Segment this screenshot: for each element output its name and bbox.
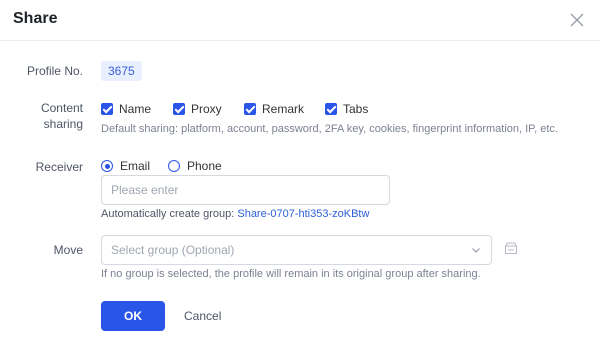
content-sharing-label-line1: Content bbox=[40, 101, 83, 115]
checkbox-remark-label: Remark bbox=[262, 102, 305, 116]
checkbox-checked-icon bbox=[173, 103, 185, 115]
share-dialog: Share Profile No. 3675 Content sharing N… bbox=[0, 0, 600, 342]
profile-label: Profile No. bbox=[26, 64, 83, 78]
radio-email-label: Email bbox=[120, 159, 151, 173]
auto-group-text: Automatically create group: Share-0707-h… bbox=[101, 208, 369, 220]
checkbox-checked-icon bbox=[244, 103, 256, 115]
checkbox-name-label: Name bbox=[119, 102, 152, 116]
folder-add-icon[interactable] bbox=[504, 241, 518, 255]
checkbox-proxy-label: Proxy bbox=[191, 102, 222, 116]
radio-phone-label: Phone bbox=[187, 159, 222, 173]
checkbox-checked-icon bbox=[101, 103, 113, 115]
receiver-label: Receiver bbox=[35, 160, 83, 174]
default-sharing-hint: Default sharing: platform, account, pass… bbox=[101, 123, 558, 135]
group-select-placeholder: Select group (Optional) bbox=[111, 243, 235, 257]
dialog-header: Share bbox=[0, 0, 600, 41]
auto-group-prefix: Automatically create group: bbox=[101, 208, 238, 220]
checkbox-proxy[interactable]: Proxy bbox=[173, 101, 222, 117]
checkbox-name[interactable]: Name bbox=[101, 101, 151, 117]
auto-group-link[interactable]: Share-0707-hti353-zoKBtw bbox=[237, 208, 369, 220]
radio-phone[interactable]: Phone bbox=[168, 158, 222, 174]
chevron-down-icon bbox=[472, 248, 480, 253]
checkbox-remark[interactable]: Remark bbox=[244, 101, 304, 117]
ok-button[interactable]: OK bbox=[101, 301, 165, 331]
cancel-button[interactable]: Cancel bbox=[184, 309, 221, 323]
receiver-email-input[interactable] bbox=[101, 175, 390, 205]
checkbox-checked-icon bbox=[325, 103, 337, 115]
move-hint: If no group is selected, the profile wil… bbox=[101, 268, 481, 280]
checkbox-tabs[interactable]: Tabs bbox=[325, 101, 368, 117]
content-sharing-label-line2: sharing bbox=[43, 117, 83, 131]
checkbox-tabs-label: Tabs bbox=[343, 102, 369, 116]
dialog-title: Share bbox=[13, 10, 58, 27]
profile-number-badge: 3675 bbox=[101, 61, 142, 81]
radio-unselected-icon bbox=[168, 160, 180, 172]
close-icon[interactable] bbox=[569, 12, 585, 28]
radio-email[interactable]: Email bbox=[101, 158, 150, 174]
group-select[interactable]: Select group (Optional) bbox=[101, 235, 492, 265]
radio-selected-icon bbox=[101, 160, 113, 172]
move-label: Move bbox=[53, 243, 83, 257]
